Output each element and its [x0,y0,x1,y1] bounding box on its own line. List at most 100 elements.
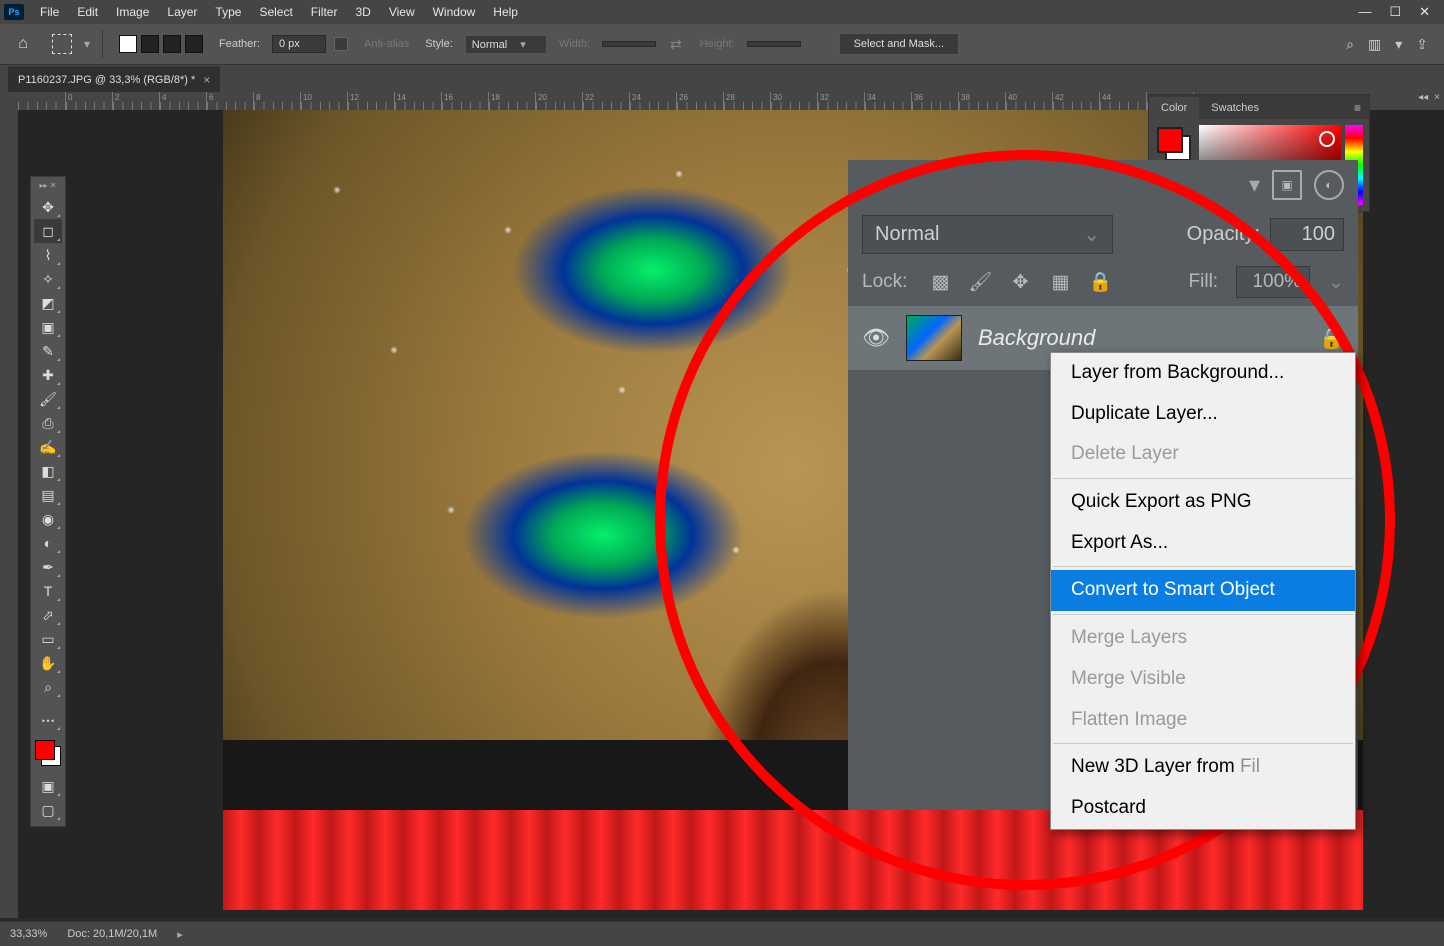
eyedropper-tool[interactable]: ✎ [34,339,62,363]
layer-thumbnail[interactable] [906,315,962,361]
menu-image[interactable]: Image [108,2,157,22]
share-icon[interactable]: ⇪ [1416,36,1428,53]
ctx-duplicate-layer[interactable]: Duplicate Layer... [1051,394,1355,435]
edit-toolbar[interactable]: ⋯ [34,708,62,732]
style-select[interactable]: Normal ▾ [465,35,547,54]
layer-name[interactable]: Background [978,325,1095,351]
history-brush-tool[interactable]: ✍ [34,435,62,459]
ctx-convert-to-smart-object[interactable]: Convert to Smart Object [1051,570,1355,611]
pen-tool[interactable]: ✒ [34,555,62,579]
ruler-tick: 8 [253,92,300,110]
lock-brush-icon[interactable]: 🖌 [969,271,991,293]
menu-file[interactable]: File [32,2,67,22]
select-and-mask-button[interactable]: Select and Mask... [839,33,960,55]
healing-brush-tool[interactable]: ✚ [34,363,62,387]
shape-tool[interactable]: ▭ [34,627,62,651]
panel-collapse-handle[interactable]: ◂◂ × [1418,92,1440,103]
fill-input[interactable]: 100% [1236,266,1310,298]
panel-group-close-icon[interactable]: × [1434,92,1440,103]
ctx-layer-from-background[interactable]: Layer from Background... [1051,353,1355,394]
collapse-arrows-icon[interactable]: ◂◂ [1418,92,1428,103]
selection-new-icon[interactable] [119,35,137,53]
lock-all-icon[interactable]: 🔒 [1089,271,1111,293]
lock-position-icon[interactable]: ✥ [1009,271,1031,293]
color-panel-tabs: Color Swatches ≡ [1149,95,1369,119]
layer-visibility-icon[interactable]: 👁 [862,325,890,351]
menu-view[interactable]: View [381,2,423,22]
options-right-group: ⌕ ▥ ▾ ⇪ [1346,36,1438,53]
zoom-tool[interactable]: ⌕ [34,675,62,699]
document-tab[interactable]: P1160237.JPG @ 33,3% (RGB/8*) * × [8,66,220,93]
dodge-tool[interactable]: ◐ [34,531,62,555]
workspace-chevron-icon[interactable]: ▾ [1395,36,1402,53]
lock-label: Lock: [862,271,907,293]
tab-color[interactable]: Color [1149,97,1199,119]
clone-stamp-tool[interactable]: ⎙ [34,411,62,435]
panel-menu-icon[interactable]: ≡ [1346,97,1369,119]
frame-tool[interactable]: ▣ [34,315,62,339]
hand-tool[interactable]: ✋ [34,651,62,675]
gradient-tool[interactable]: ▤ [34,483,62,507]
filter-image-icon[interactable]: ▣ [1272,170,1302,200]
selection-add-icon[interactable] [141,35,159,53]
eraser-tool[interactable]: ◧ [34,459,62,483]
doc-size[interactable]: Doc: 20,1M/20,1M [67,928,157,940]
fg-bg-swatch[interactable] [1157,127,1191,161]
tab-swatches[interactable]: Swatches [1199,97,1271,119]
minimize-button[interactable]: — [1358,4,1371,20]
ctx-new-3d-layer[interactable]: New 3D Layer from Fil [1051,747,1355,788]
filter-adjustment-icon[interactable]: ◐ [1314,170,1344,200]
ctx-merge-visible: Merge Visible [1051,659,1355,700]
ruler-tick: 26 [676,92,723,110]
search-icon[interactable]: ⌕ [1346,36,1354,53]
menu-window[interactable]: Window [425,2,484,22]
magic-wand-tool[interactable]: ✧ [34,267,62,291]
ctx-postcard[interactable]: Postcard [1051,788,1355,829]
workspace-icon[interactable]: ▥ [1368,36,1381,53]
ruler-tick: 40 [1005,92,1052,110]
ctx-quick-export-png[interactable]: Quick Export as PNG [1051,482,1355,523]
blur-tool[interactable]: ◉ [34,507,62,531]
ctx-separator [1053,478,1353,479]
selection-intersect-icon[interactable] [185,35,203,53]
menu-edit[interactable]: Edit [69,2,106,22]
quick-mask-icon[interactable]: ▣ [34,774,62,798]
status-chevron-icon[interactable]: ▸ [177,928,183,941]
menu-layer[interactable]: Layer [159,2,205,22]
menu-help[interactable]: Help [485,2,526,22]
move-tool[interactable]: ✥ [34,195,62,219]
menu-filter[interactable]: Filter [303,2,346,22]
ctx-export-as[interactable]: Export As... [1051,523,1355,564]
type-tool[interactable]: T [34,579,62,603]
selection-subtract-icon[interactable] [163,35,181,53]
opacity-input[interactable]: 100 [1270,218,1344,251]
fg-bg-colors[interactable] [33,738,63,768]
current-tool-icon[interactable] [52,34,72,54]
menu-bar: Ps File Edit Image Layer Type Select Fil… [0,0,1444,24]
path-select-tool[interactable]: ⬀ [34,603,62,627]
marquee-tool[interactable]: ◻ [34,219,62,243]
brush-tool[interactable]: 🖌 [34,387,62,411]
lock-pixels-icon[interactable]: ▩ [929,271,951,293]
screen-mode-icon[interactable]: ▢ [34,798,62,822]
feather-input[interactable]: 0 px [272,35,326,53]
layers-lock-row: Lock: ▩ 🖌 ✥ ▦ 🔒 Fill: 100% ⌄ [848,258,1358,306]
foreground-color[interactable] [35,740,55,760]
home-icon[interactable]: ⌂ [12,34,34,54]
layer-filter-chevron-icon[interactable]: ▾ [1249,172,1260,198]
menu-type[interactable]: Type [207,2,249,22]
blend-mode-select[interactable]: Normal ⌄ [862,215,1113,254]
tools-panel-grip-icon[interactable]: ▸▸ ✕ [31,181,65,193]
menu-3d[interactable]: 3D [347,2,378,22]
foreground-color-swatch[interactable] [1157,127,1183,153]
tool-preset-chevron-icon[interactable]: ▾ [84,37,90,51]
document-tab-close-icon[interactable]: × [203,73,210,87]
lock-artboard-icon[interactable]: ▦ [1049,271,1071,293]
menu-select[interactable]: Select [251,2,300,22]
zoom-level[interactable]: 33,33% [10,928,47,940]
ruler-tick: 36 [911,92,958,110]
lasso-tool[interactable]: ⌇ [34,243,62,267]
crop-tool[interactable]: ◩ [34,291,62,315]
maximize-button[interactable]: ☐ [1389,4,1401,20]
close-window-button[interactable]: ✕ [1419,4,1430,20]
